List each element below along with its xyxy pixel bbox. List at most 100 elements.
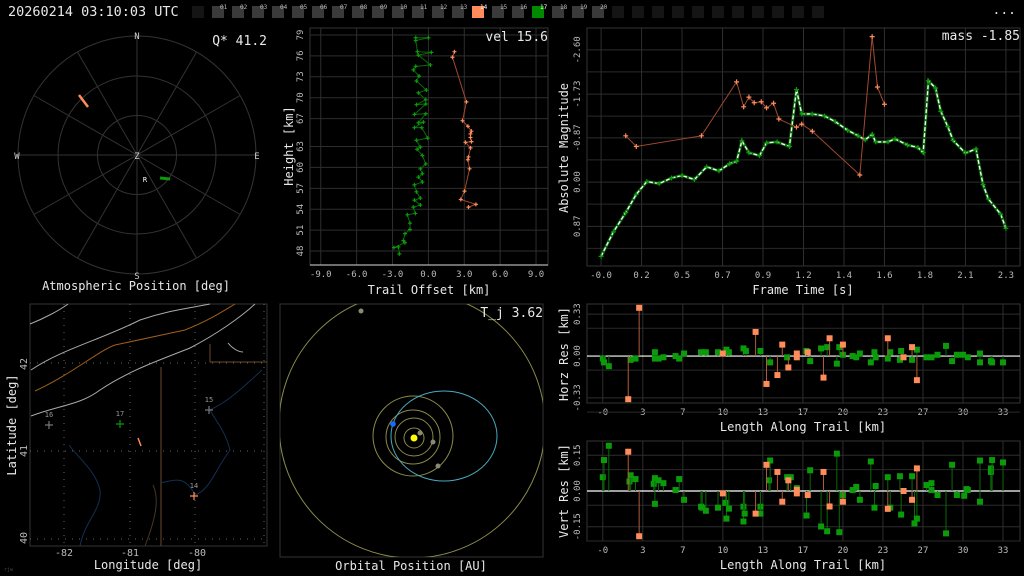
x-tick-label: 17 [797, 408, 808, 418]
data-point [874, 84, 880, 90]
logo: rjw [4, 567, 14, 573]
atmospheric-position-panel[interactable]: N S E W Z R Q* 41.2 Atmospheric Position… [14, 32, 267, 293]
y-tick-label: 0.00 [573, 345, 583, 367]
residual-point [605, 363, 612, 370]
x-tick-label: 27 [918, 408, 929, 418]
residual-point [943, 530, 950, 537]
residual-point [872, 483, 879, 489]
residual-point [953, 351, 960, 358]
residual-point [987, 468, 994, 475]
x-tick-label: -0 [597, 408, 608, 418]
height-plot[interactable]: -9.0 -6.0 -3.0 0.0 3.0 6.0 9.0 79 76 73 70 67 63 60 57… [282, 27, 549, 297]
residual-point [625, 396, 632, 403]
y-tick-label: 79 [296, 30, 306, 41]
residual-point [725, 505, 732, 512]
light-curve-plot[interactable]: -0.0 0.2 0.5 0.7 0.9 1.2 1.4 1.6 1.8 2.1 2.3 -2.60 -… [557, 27, 1021, 297]
y-tick-label: 51 [296, 225, 306, 236]
residual-point [752, 510, 759, 517]
horizontal-residuals-plot[interactable]: -0 3 7 10 13 17 20 23 27 30 33 0.33 0.00 -0.33 Length… [557, 303, 1021, 434]
residual-point [900, 354, 907, 361]
data-point [741, 104, 747, 110]
residual-point [681, 496, 688, 503]
y-tick-label: 0.33 [573, 303, 583, 325]
data-point [734, 79, 740, 85]
residual-point [826, 335, 833, 342]
residual-point [820, 468, 827, 475]
station-label: 16 [45, 411, 53, 419]
residual-point [793, 354, 800, 361]
radiant-label: R [143, 176, 148, 184]
residual-point [989, 359, 996, 366]
residual-point [660, 480, 667, 487]
data-point [405, 212, 410, 217]
residual-point [757, 347, 764, 354]
residual-point [774, 372, 781, 379]
dashboard-canvas: N S E W Z R Q* 41.2 Atmospheric Position… [4, 27, 1021, 573]
y-tick-label: -1.73 [573, 81, 583, 108]
x-tick-label: -0 [597, 546, 608, 556]
data-point [793, 124, 799, 130]
residual-point [909, 356, 916, 363]
residual-point [714, 504, 721, 511]
orbital-position-panel[interactable]: T_j 3.62 Orbital Position [AU] [279, 292, 545, 573]
residual-point [719, 350, 726, 357]
data-point [465, 157, 470, 162]
y-tick-label: 57 [296, 183, 306, 194]
residual-point [767, 359, 774, 366]
residual-point [719, 490, 726, 497]
station-marker [45, 421, 53, 429]
residual-point [909, 496, 916, 503]
east-label: E [254, 152, 259, 162]
y-tick-label: 0.00 [573, 480, 583, 502]
y-tick-label: 0.87 [573, 215, 583, 237]
residual-point [934, 492, 941, 499]
data-point [412, 182, 417, 187]
residual-point [763, 380, 770, 387]
residual-point [867, 458, 874, 465]
river [68, 369, 263, 547]
residual-point [872, 354, 879, 361]
planet-marker [417, 430, 423, 436]
residual-point [779, 341, 786, 348]
residual-point [626, 478, 633, 485]
data-point [869, 34, 875, 40]
residual-point [898, 511, 905, 518]
velocity-stat: vel 15.6 [485, 30, 548, 45]
orbit-title: Orbital Position [AU] [335, 559, 487, 573]
x-tick-label: 23 [878, 408, 889, 418]
data-point [473, 202, 478, 207]
vertical-residuals-plot[interactable]: -0 3 7 10 13 17 20 23 27 30 33 0.15 0.00 -0.15 Length… [557, 440, 1021, 572]
residual-point [741, 510, 748, 517]
planet-marker [358, 308, 364, 314]
y-tick-label: 54 [296, 204, 306, 215]
residual-point [949, 461, 956, 468]
y-tick-label: -0.87 [573, 124, 583, 151]
data-point [452, 49, 457, 54]
data-point [425, 136, 430, 141]
residual-point [839, 498, 846, 505]
residual-point [898, 347, 905, 354]
residual-point [976, 457, 983, 464]
residual-point [909, 473, 916, 480]
residual-point [818, 345, 825, 352]
residual-point [625, 448, 632, 455]
residual-point [856, 496, 863, 503]
ground-map[interactable]: 141516 17 42 41 40 -82 -81 -80 Longitude … [4, 303, 268, 573]
residual-point [605, 442, 612, 449]
x-tick-label: -0.0 [590, 271, 612, 281]
planet-marker [430, 439, 436, 445]
data-point [411, 205, 416, 210]
lon-tick: -82 [55, 548, 73, 559]
x-tick-label: 1.6 [876, 271, 892, 281]
residual-point [871, 504, 878, 511]
residual-point [784, 354, 791, 361]
station-17-track [159, 176, 171, 181]
residual-point [1000, 359, 1007, 366]
residual-point [961, 492, 968, 499]
x-tick-label: 23 [878, 546, 889, 556]
residual-point [913, 465, 920, 472]
residual-point [672, 487, 679, 494]
x-tick-label: 9.0 [528, 270, 544, 280]
earth-marker [390, 421, 396, 427]
data-point [414, 138, 419, 143]
